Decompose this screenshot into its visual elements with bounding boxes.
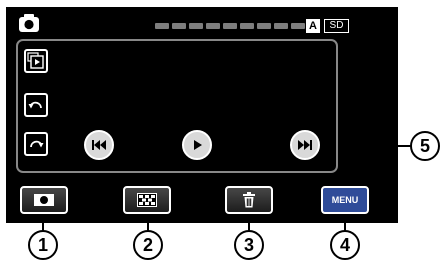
record-icon — [34, 194, 54, 206]
trash-icon — [243, 192, 255, 208]
thumbnail-grid-icon — [137, 193, 157, 207]
thumbnail-view-button[interactable] — [123, 186, 171, 214]
skip-forward-icon — [298, 140, 312, 150]
playback-controls-panel — [16, 39, 338, 173]
callout-1: 1 — [28, 230, 58, 260]
play-icon — [194, 140, 202, 150]
callout-2: 2 — [133, 230, 163, 260]
callout-4: 4 — [330, 230, 360, 260]
rotate-left-icon — [28, 101, 42, 109]
index-playback-icon — [27, 52, 44, 69]
play-button[interactable] — [182, 130, 212, 160]
remaining-time-indicator — [155, 23, 305, 29]
rotate-right-icon — [30, 140, 44, 148]
camera-icon — [19, 14, 39, 32]
recording-mode-button[interactable] — [20, 186, 68, 214]
rotate-right-button[interactable] — [24, 132, 48, 156]
callout-leader-5 — [338, 145, 412, 147]
callout-leader-3 — [248, 214, 250, 231]
callout-leader-4 — [344, 214, 346, 231]
skip-back-icon — [92, 140, 106, 150]
callout-3: 3 — [234, 230, 264, 260]
index-playback-button[interactable] — [24, 49, 48, 73]
callout-leader-1 — [42, 214, 44, 231]
camera-screen: A SD MENU — [6, 7, 398, 223]
skip-back-button[interactable] — [84, 130, 114, 160]
callout-leader-2 — [147, 214, 149, 231]
skip-forward-button[interactable] — [290, 130, 320, 160]
menu-button[interactable]: MENU — [321, 186, 369, 214]
callout-5: 5 — [410, 131, 440, 161]
rotate-left-button[interactable] — [24, 93, 48, 117]
auto-mode-badge: A — [306, 19, 320, 33]
sd-card-badge: SD — [324, 19, 349, 33]
delete-button[interactable] — [225, 186, 273, 214]
